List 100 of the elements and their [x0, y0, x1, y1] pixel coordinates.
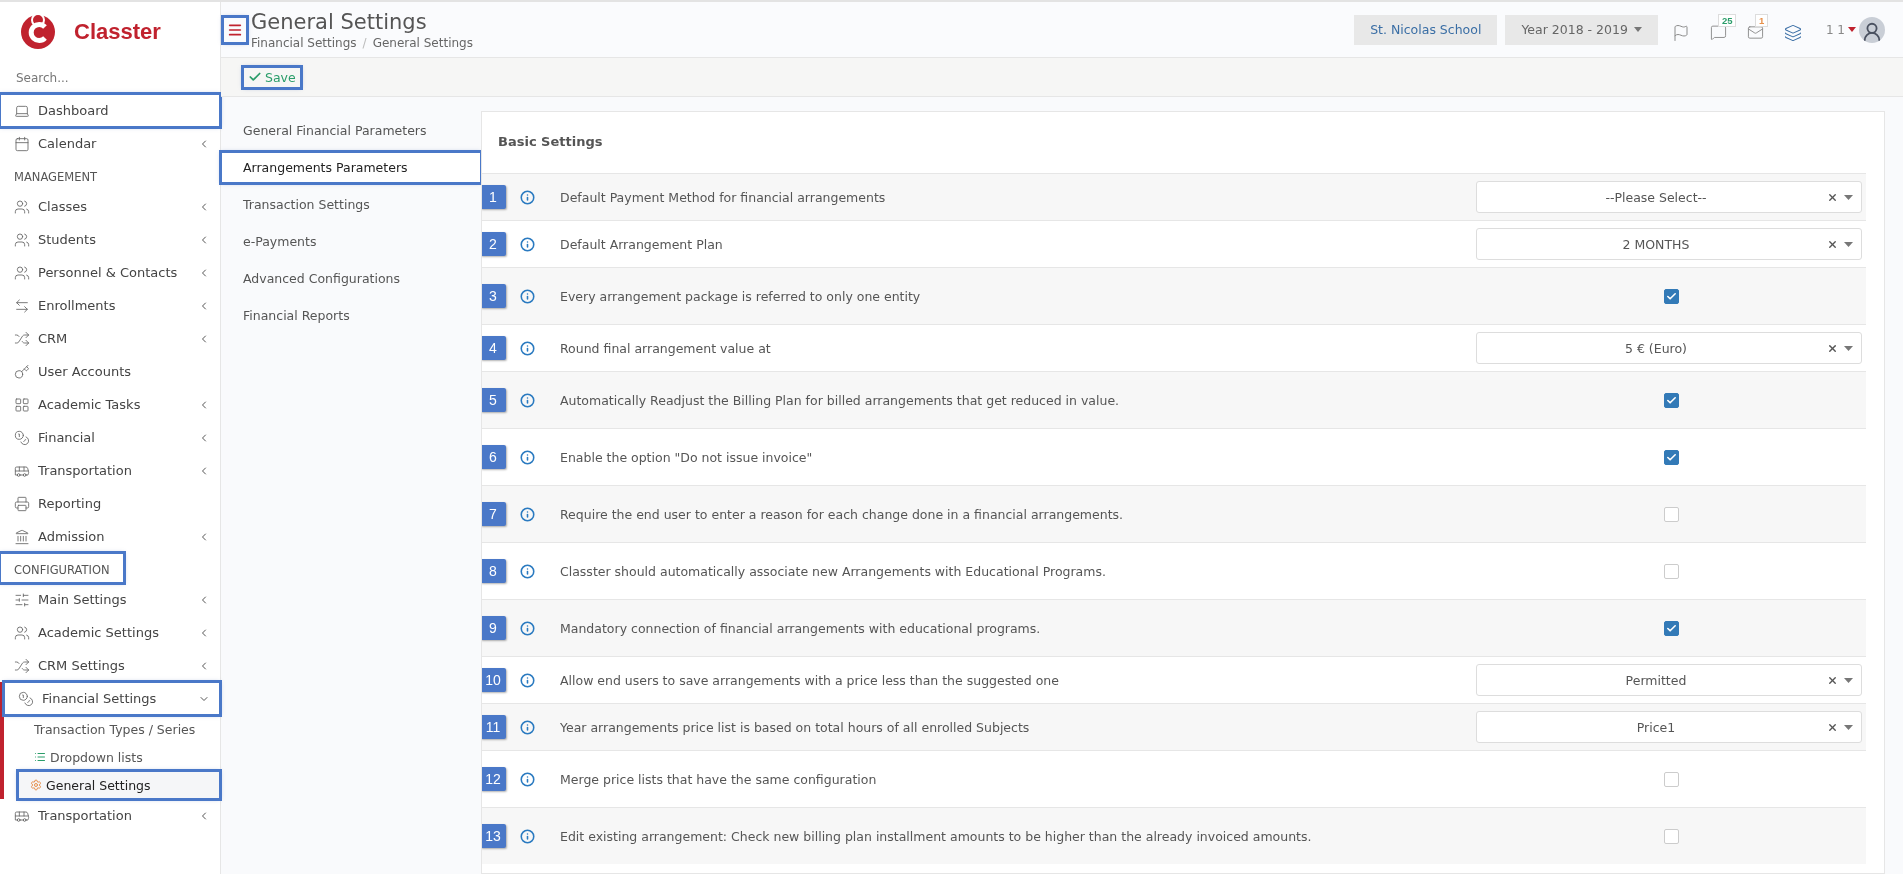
sidebar-item[interactable]: Financial — [0, 421, 220, 454]
menu-item-icon — [14, 198, 30, 215]
check-icon — [1665, 394, 1677, 406]
user-name[interactable]: 1 1 — [1825, 22, 1845, 37]
step-number: 11 — [482, 715, 506, 739]
clear-icon — [1827, 238, 1838, 250]
setting-label: Every arrangement package is referred to only one entity — [560, 288, 922, 304]
menu-button[interactable] — [223, 17, 247, 43]
menu-item-icon — [14, 135, 30, 152]
checkbox[interactable] — [1663, 771, 1679, 787]
info-icon — [520, 620, 535, 636]
menu-item-icon — [14, 363, 30, 380]
caret-icon — [1844, 241, 1853, 247]
sidebar-item[interactable]: Enrollments — [0, 289, 220, 322]
settings-tab[interactable]: e-Payments — [221, 226, 481, 257]
sidebar-item[interactable]: Academic Settings — [0, 616, 220, 649]
chat-bubble-icon — [1709, 24, 1727, 41]
check-icon — [1665, 622, 1677, 634]
sidebar-item[interactable]: CRM — [0, 322, 220, 355]
setting-label: Classter should automatically associate new Arrangements with Educational Programs. — [560, 563, 1107, 579]
step-number: 7 — [482, 502, 506, 526]
list-icon — [34, 751, 46, 763]
checkbox[interactable] — [1663, 288, 1679, 304]
avatar[interactable] — [1859, 16, 1885, 43]
setting-label: Require the end user to enter a reason for each change done in a financial arrangements. — [560, 506, 1125, 522]
count-badge: 1 — [1754, 14, 1769, 27]
info-icon — [520, 828, 535, 844]
check-icon — [248, 70, 262, 84]
menu-item-icon — [14, 297, 30, 314]
step-number: 9 — [482, 616, 506, 640]
submenu-item[interactable]: General Settings — [18, 771, 220, 799]
menu-icon — [227, 22, 243, 38]
menu-item-icon — [14, 330, 30, 347]
checkbox[interactable] — [1663, 506, 1679, 522]
sidebar-item[interactable]: Academic Tasks — [0, 388, 220, 421]
sidebar-item[interactable]: Personnel & Contacts — [0, 256, 220, 289]
sidebar-item[interactable]: CRM Settings — [0, 649, 220, 682]
breadcrumb-link[interactable]: Financial Settings — [251, 35, 357, 50]
sidebar-item[interactable]: Reporting — [0, 487, 220, 520]
settings-tab[interactable]: Transaction Settings — [221, 189, 481, 220]
search-field[interactable]: Search... — [14, 70, 206, 86]
menu-item-icon — [14, 624, 30, 641]
menu-item-icon — [14, 657, 30, 674]
menu-item-icon — [14, 396, 30, 413]
sidebar-item[interactable]: Main Settings — [0, 583, 220, 616]
caret-icon — [1844, 194, 1853, 200]
submenu-item[interactable]: Dropdown lists — [4, 743, 220, 771]
breadcrumb-link[interactable]: General Settings — [372, 35, 473, 50]
setting-label: Merge price lists that have the same configuration — [560, 771, 878, 787]
sidebar-item[interactable]: Dashboard — [0, 94, 220, 127]
checkbox[interactable] — [1663, 392, 1679, 408]
sidebar-item[interactable]: Admission — [0, 520, 220, 553]
clear-icon — [1827, 191, 1838, 203]
mail-icon — [1746, 24, 1764, 41]
checkbox[interactable] — [1663, 620, 1679, 636]
sidebar-item[interactable]: Financial Settings — [4, 682, 220, 715]
setting-label: Default Arrangement Plan — [560, 236, 724, 252]
setting-label: Year arrangements price list is based on total hours of all enrolled Subjects — [560, 719, 1031, 735]
checkbox[interactable] — [1663, 449, 1679, 465]
info-icon — [520, 189, 535, 205]
checkbox[interactable] — [1663, 563, 1679, 579]
step-number: 12 — [482, 767, 506, 791]
sidebar-item[interactable]: Students — [0, 223, 220, 256]
menu-section-heading: CONFIGURATION — [0, 553, 124, 583]
caret-icon — [1844, 677, 1853, 683]
select-field[interactable]: 2 MONTHS — [1476, 228, 1862, 260]
settings-tab[interactable]: Advanced Configurations — [221, 263, 481, 294]
select-field[interactable]: --Please Select-- — [1476, 181, 1862, 213]
checkbox[interactable] — [1663, 828, 1679, 844]
info-icon — [520, 719, 535, 735]
count-badge: 25 — [1717, 14, 1737, 27]
step-number: 5 — [482, 388, 506, 412]
menu-item-icon — [18, 690, 34, 707]
settings-tab[interactable]: Financial Reports — [221, 300, 481, 331]
info-icon — [520, 449, 535, 465]
sidebar-item[interactable]: Calendar — [0, 127, 220, 160]
settings-tab[interactable]: Arrangements Parameters — [221, 152, 481, 183]
school-button[interactable]: St. Nicolas School — [1354, 14, 1498, 45]
sidebar-item[interactable]: Transportation — [0, 454, 220, 487]
submenu-item[interactable]: Transaction Types / Series — [4, 715, 220, 743]
info-icon — [520, 771, 535, 787]
caret-icon — [1844, 345, 1853, 351]
menu-item-icon — [14, 495, 30, 512]
settings-tab[interactable]: General Financial Parameters — [221, 115, 481, 146]
sidebar-item[interactable]: Classes — [0, 190, 220, 223]
info-icon — [520, 672, 535, 688]
caret-icon — [1848, 27, 1856, 32]
step-number: 1 — [482, 185, 506, 209]
sidebar-item[interactable]: User Accounts — [0, 355, 220, 388]
select-field[interactable]: Permitted — [1476, 664, 1862, 696]
step-number: 2 — [482, 232, 506, 256]
select-field[interactable]: Price1 — [1476, 711, 1862, 743]
select-field[interactable]: 5 € (Euro) — [1476, 332, 1862, 364]
step-number: 4 — [482, 336, 506, 360]
setting-label: Automatically Readjust the Billing Plan for billed arrangements that get reduced in value. — [560, 392, 1121, 408]
sidebar-item[interactable]: Transportation — [0, 799, 220, 832]
year-dropdown[interactable]: Year 2018 - 2019 — [1505, 14, 1658, 45]
logo-icon — [18, 12, 58, 52]
setting-label: Edit existing arrangement: Check new billing plan installment amounts to be higher than the already invoiced amounts. — [560, 828, 1313, 844]
info-icon — [520, 392, 535, 408]
